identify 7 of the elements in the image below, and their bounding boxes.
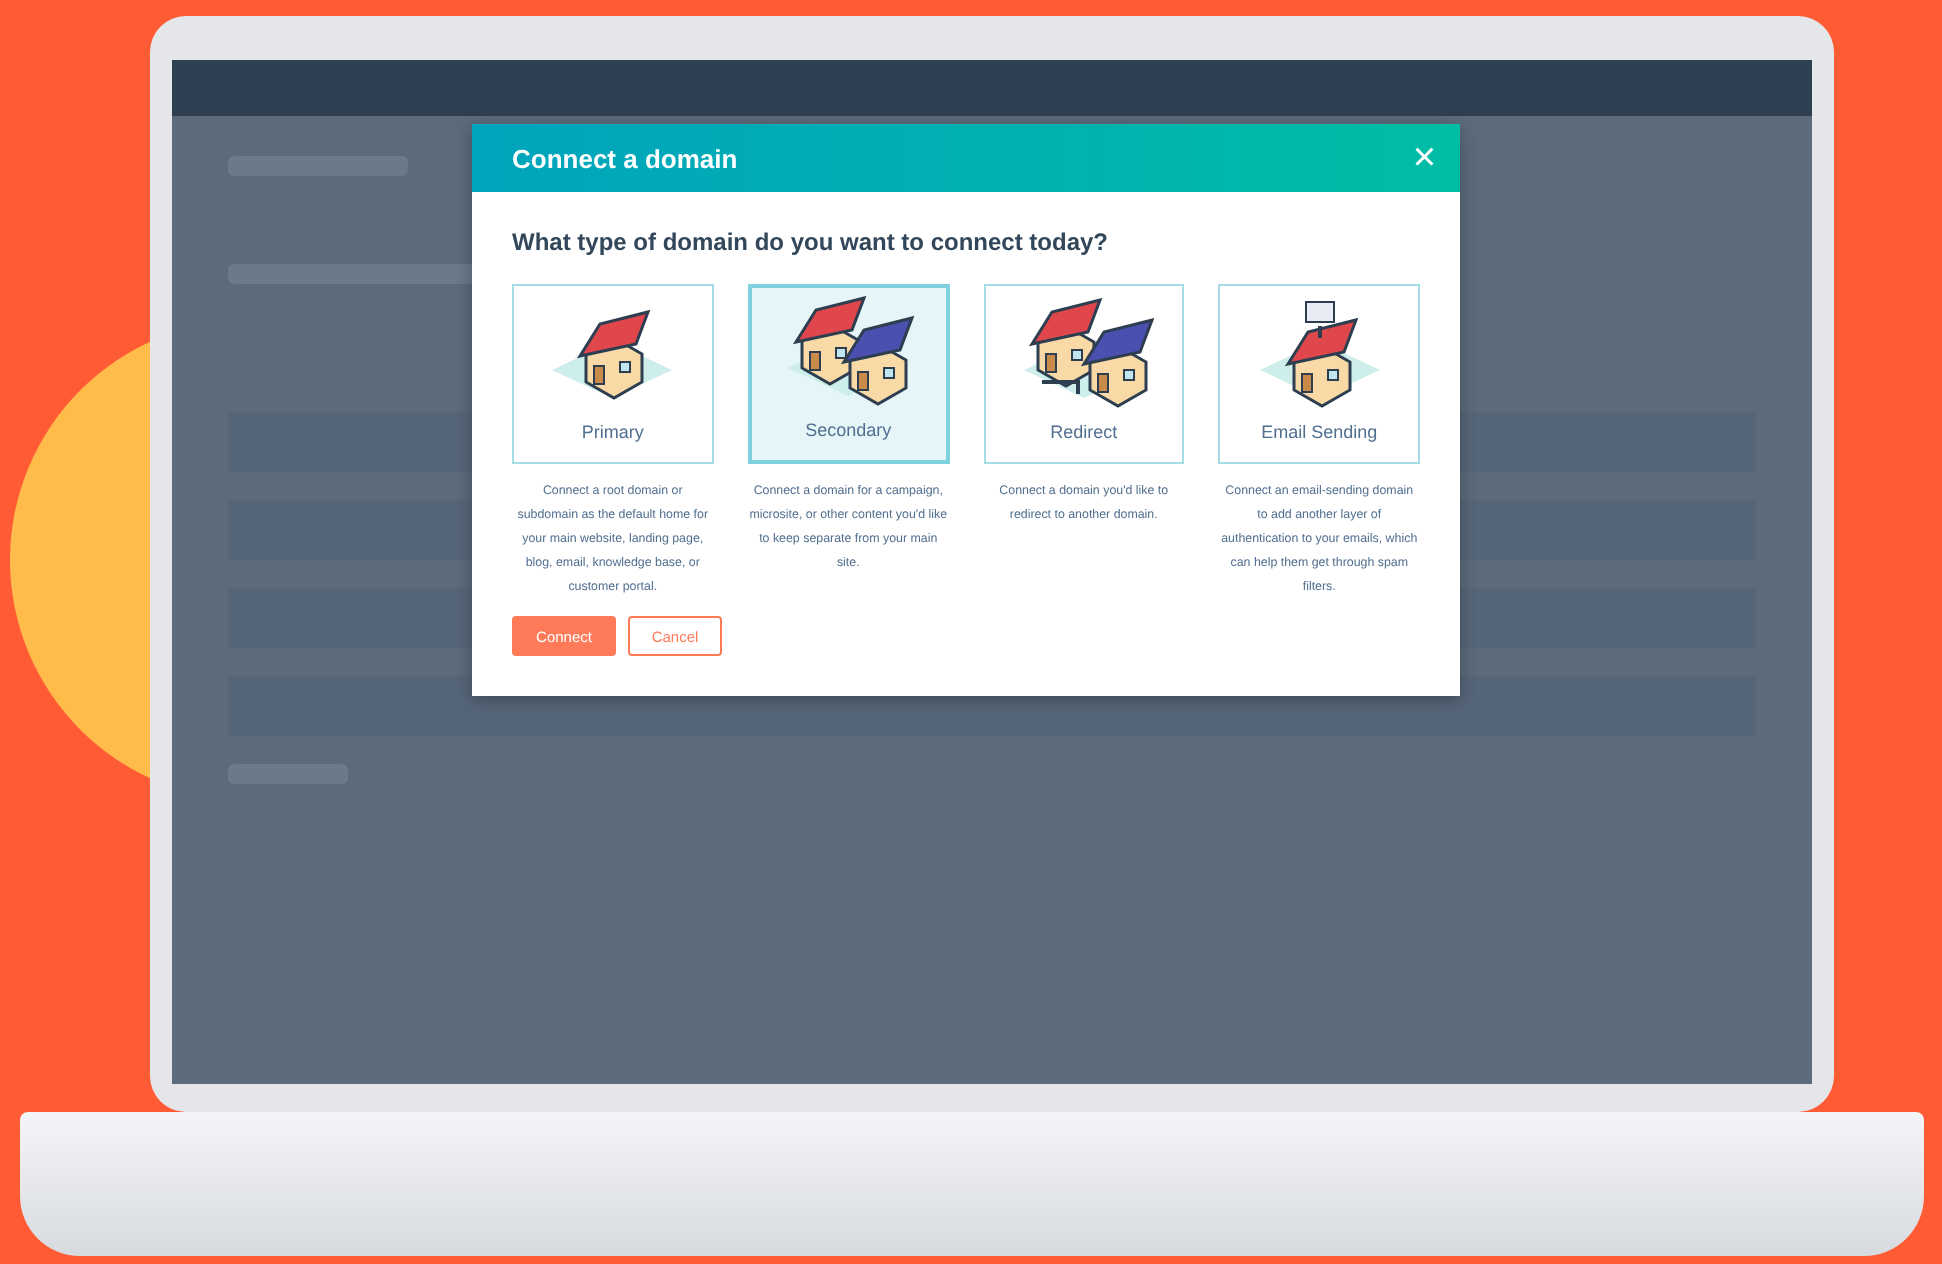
domain-type-option[interactable]: Primary (512, 284, 714, 464)
close-button[interactable]: × (1412, 138, 1436, 178)
dialog-title: Connect a domain (512, 143, 738, 173)
domain-type-option[interactable]: Secondary (747, 284, 949, 464)
question-text: What type of domain do you want to connect today? (512, 228, 1110, 256)
domain-type-option[interactable]: Redirect (983, 284, 1185, 464)
domain-type-option[interactable]: Email Sending (1218, 284, 1420, 464)
